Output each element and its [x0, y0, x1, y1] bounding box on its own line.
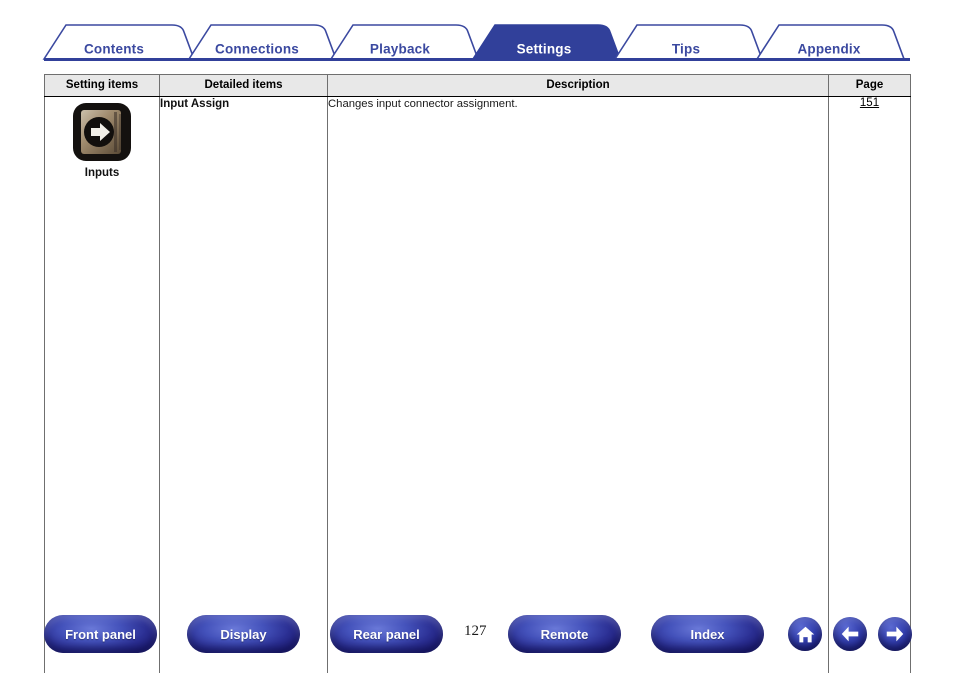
manual-page: Contents Connections Playback Settings T…	[0, 0, 954, 673]
tab-baseline	[44, 58, 910, 61]
header-setting-items: Setting items	[44, 74, 160, 97]
footer-button-remote[interactable]: Remote	[508, 615, 621, 653]
page-number: 127	[464, 623, 487, 639]
header-description: Description	[327, 74, 829, 97]
category-cell-inputs: Inputs	[44, 96, 160, 673]
home-icon	[796, 626, 814, 642]
section-tab-bar: Contents Connections Playback Settings T…	[0, 18, 954, 62]
page-link[interactable]: 151	[860, 97, 879, 109]
detail-item: Input Assign	[159, 96, 328, 673]
footer-button-label: Display	[220, 626, 267, 642]
footer-forward-button[interactable]	[878, 617, 912, 651]
footer-button-label: Index	[690, 626, 725, 642]
inputs-icon	[73, 103, 131, 161]
header-page: Page	[828, 74, 911, 97]
footer-home-button[interactable]	[788, 617, 822, 651]
tab-tips[interactable]: Tips	[672, 42, 700, 57]
tab-appendix[interactable]: Appendix	[797, 42, 860, 57]
table-row: Inputs Input Assign Changes input connec…	[44, 96, 911, 673]
footer-button-rear-panel[interactable]: Rear panel	[330, 615, 443, 653]
footer-button-front-panel[interactable]: Front panel	[44, 615, 157, 653]
footer-button-label: Remote	[540, 626, 589, 642]
settings-overview-table: Setting items Detailed items Description…	[44, 74, 911, 673]
tab-contents[interactable]: Contents	[84, 42, 144, 57]
footer-button-label: Front panel	[65, 626, 136, 642]
tab-playback[interactable]: Playback	[370, 42, 430, 57]
forward-arrow-icon	[886, 626, 904, 642]
footer-button-index[interactable]: Index	[651, 615, 764, 653]
description-cell: Changes input connector assignment.	[327, 96, 829, 673]
page-cell[interactable]: 151	[828, 96, 911, 673]
section-footer-nav: Front panel Display Rear panel 127 Remot…	[0, 615, 954, 661]
footer-button-display[interactable]: Display	[187, 615, 300, 653]
footer-button-label: Rear panel	[353, 626, 420, 642]
header-detailed-items: Detailed items	[159, 74, 328, 97]
table-header-row: Setting items Detailed items Description…	[44, 74, 911, 97]
footer-back-button[interactable]	[833, 617, 867, 651]
tab-connections[interactable]: Connections	[215, 42, 299, 57]
back-arrow-icon	[841, 626, 859, 642]
tab-settings[interactable]: Settings	[517, 42, 572, 57]
category-label-inputs: Inputs	[84, 167, 120, 179]
